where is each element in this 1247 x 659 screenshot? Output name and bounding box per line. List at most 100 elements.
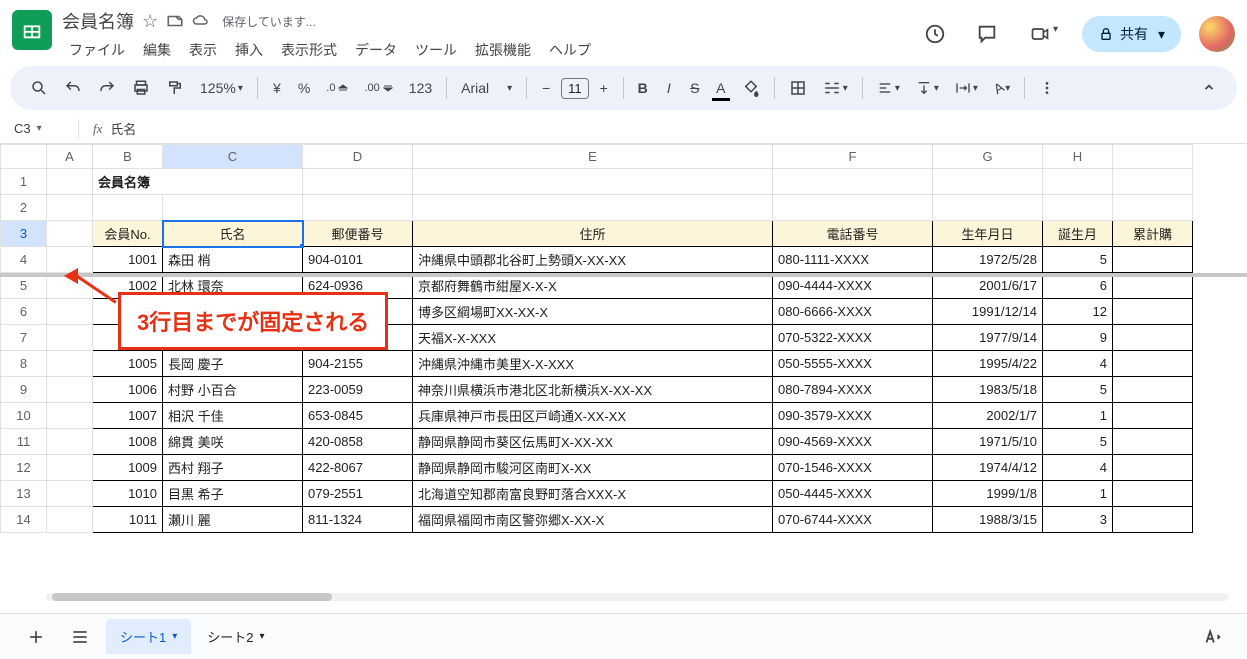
increase-decimal-button[interactable]: .00 — [358, 78, 398, 98]
table-cell[interactable]: 070-6744-XXXX — [773, 507, 933, 533]
menu-データ[interactable]: データ — [348, 36, 404, 64]
table-cell[interactable]: 090-4569-XXXX — [773, 429, 933, 455]
history-icon[interactable] — [918, 17, 952, 51]
borders-button[interactable] — [783, 75, 813, 101]
row-header-10[interactable]: 10 — [1, 403, 47, 429]
table-cell[interactable]: 兵庫県神戸市長田区戸崎通X-XX-XX — [413, 403, 773, 429]
row-header-6[interactable]: 6 — [1, 299, 47, 325]
table-cell[interactable] — [1113, 507, 1193, 533]
row-header-1[interactable]: 1 — [1, 169, 47, 195]
table-cell[interactable]: 3 — [1043, 507, 1113, 533]
table-cell[interactable]: 1988/3/15 — [933, 507, 1043, 533]
table-cell[interactable]: 070-5322-XXXX — [773, 325, 933, 351]
table-cell[interactable]: 080-7894-XXXX — [773, 377, 933, 403]
rotate-button[interactable]: A ▾ — [988, 76, 1016, 100]
table-cell[interactable]: 1972/5/28 — [933, 247, 1043, 273]
menu-ファイル[interactable]: ファイル — [62, 36, 132, 64]
table-cell[interactable]: 1010 — [93, 481, 163, 507]
col-header-D[interactable]: D — [303, 145, 413, 169]
percent-button[interactable]: % — [292, 76, 316, 100]
table-cell[interactable]: 1 — [1043, 403, 1113, 429]
table-cell[interactable]: 1995/4/22 — [933, 351, 1043, 377]
font-size-decrease[interactable]: − — [535, 76, 557, 100]
table-cell[interactable]: 2002/1/7 — [933, 403, 1043, 429]
table-cell[interactable]: 1008 — [93, 429, 163, 455]
font-size-input[interactable]: 11 — [561, 78, 589, 99]
table-cell[interactable]: 9 — [1043, 325, 1113, 351]
menu-表示[interactable]: 表示 — [182, 36, 224, 64]
table-cell[interactable]: 653-0845 — [303, 403, 413, 429]
table-cell[interactable] — [1113, 325, 1193, 351]
table-cell[interactable]: 904-0101 — [303, 247, 413, 273]
col-header-F[interactable]: F — [773, 145, 933, 169]
menu-ヘルプ[interactable]: ヘルプ — [542, 36, 598, 64]
move-icon[interactable] — [166, 12, 184, 30]
table-cell[interactable]: 村野 小百合 — [163, 377, 303, 403]
menu-ツール[interactable]: ツール — [408, 36, 464, 64]
table-cell[interactable]: 博多区綱場町XX-XX-X — [413, 299, 773, 325]
table-cell[interactable]: 福岡県福岡市南区警弥郷X-XX-X — [413, 507, 773, 533]
table-cell[interactable]: 1001 — [93, 247, 163, 273]
star-icon[interactable]: ☆ — [142, 11, 158, 32]
sheet-tab-シート1[interactable]: シート1 ▾ — [106, 619, 191, 654]
col-header-corner[interactable] — [1113, 145, 1193, 169]
sheet-tab-シート2[interactable]: シート2 ▾ — [193, 619, 278, 654]
table-cell[interactable]: 811-1324 — [303, 507, 413, 533]
formula-input[interactable]: 氏名 — [110, 119, 136, 138]
col-header-A[interactable]: A — [47, 145, 93, 169]
table-cell[interactable]: 080-1111-XXXX — [773, 247, 933, 273]
table-cell[interactable]: 1971/5/10 — [933, 429, 1043, 455]
table-cell[interactable]: 沖縄県中頭郡北谷町上勢頭X-XX-XX — [413, 247, 773, 273]
row-header-11[interactable]: 11 — [1, 429, 47, 455]
font-size-increase[interactable]: + — [593, 76, 615, 100]
horizontal-scrollbar[interactable] — [46, 593, 1229, 607]
decrease-decimal-button[interactable]: .0 — [320, 78, 354, 98]
table-cell[interactable]: 1006 — [93, 377, 163, 403]
freeze-line-horizontal[interactable] — [0, 273, 1247, 277]
table-cell[interactable]: 1007 — [93, 403, 163, 429]
table-cell[interactable]: 1983/5/18 — [933, 377, 1043, 403]
table-cell[interactable] — [1113, 455, 1193, 481]
table-cell[interactable]: 長岡 慶子 — [163, 351, 303, 377]
currency-button[interactable]: ¥ — [266, 76, 288, 100]
row-header-7[interactable]: 7 — [1, 325, 47, 351]
account-avatar[interactable] — [1199, 16, 1235, 52]
row-header-2[interactable]: 2 — [1, 195, 47, 221]
col-header-H[interactable]: H — [1043, 145, 1113, 169]
table-cell[interactable]: 5 — [1043, 429, 1113, 455]
explore-button[interactable] — [1195, 620, 1229, 654]
table-cell[interactable]: 420-0858 — [303, 429, 413, 455]
table-cell[interactable]: 森田 梢 — [163, 247, 303, 273]
table-cell[interactable]: 神奈川県横浜市港北区北新横浜X-XX-XX — [413, 377, 773, 403]
table-header[interactable]: 誕生月 — [1043, 221, 1113, 247]
merge-button[interactable]: ▾ — [817, 75, 854, 101]
search-menus-icon[interactable] — [24, 75, 54, 101]
meet-icon[interactable]: ▾ — [1022, 18, 1064, 50]
col-header-C[interactable]: C — [163, 145, 303, 169]
table-cell[interactable]: 12 — [1043, 299, 1113, 325]
table-header[interactable]: 住所 — [413, 221, 773, 247]
table-cell[interactable]: 1009 — [93, 455, 163, 481]
menu-表示形式[interactable]: 表示形式 — [274, 36, 344, 64]
table-cell[interactable]: 北海道空知郡南富良野町落合XXX-X — [413, 481, 773, 507]
table-cell[interactable]: 080-6666-XXXX — [773, 299, 933, 325]
font-select[interactable]: Arial ▾ — [455, 76, 518, 100]
table-cell[interactable]: 1974/4/12 — [933, 455, 1043, 481]
italic-button[interactable]: I — [658, 76, 680, 100]
table-cell[interactable]: 沖縄県沖縄市美里X-X-XXX — [413, 351, 773, 377]
table-cell[interactable]: 瀬川 麗 — [163, 507, 303, 533]
col-header-B[interactable]: B — [93, 145, 163, 169]
cloud-status-icon[interactable] — [192, 12, 210, 30]
v-align-button[interactable]: ▾ — [910, 76, 945, 100]
table-cell[interactable]: 070-1546-XXXX — [773, 455, 933, 481]
table-cell[interactable]: 1005 — [93, 351, 163, 377]
sheets-logo-icon[interactable] — [12, 10, 52, 50]
table-header[interactable]: 会員No. — [93, 221, 163, 247]
row-header-14[interactable]: 14 — [1, 507, 47, 533]
wrap-button[interactable]: ▾ — [949, 76, 984, 100]
table-header[interactable]: 氏名 — [163, 221, 303, 247]
menu-拡張機能[interactable]: 拡張機能 — [468, 36, 538, 64]
table-cell[interactable] — [1113, 429, 1193, 455]
table-cell[interactable]: 静岡県静岡市駿河区南町X-XX — [413, 455, 773, 481]
table-cell[interactable]: 1991/12/14 — [933, 299, 1043, 325]
